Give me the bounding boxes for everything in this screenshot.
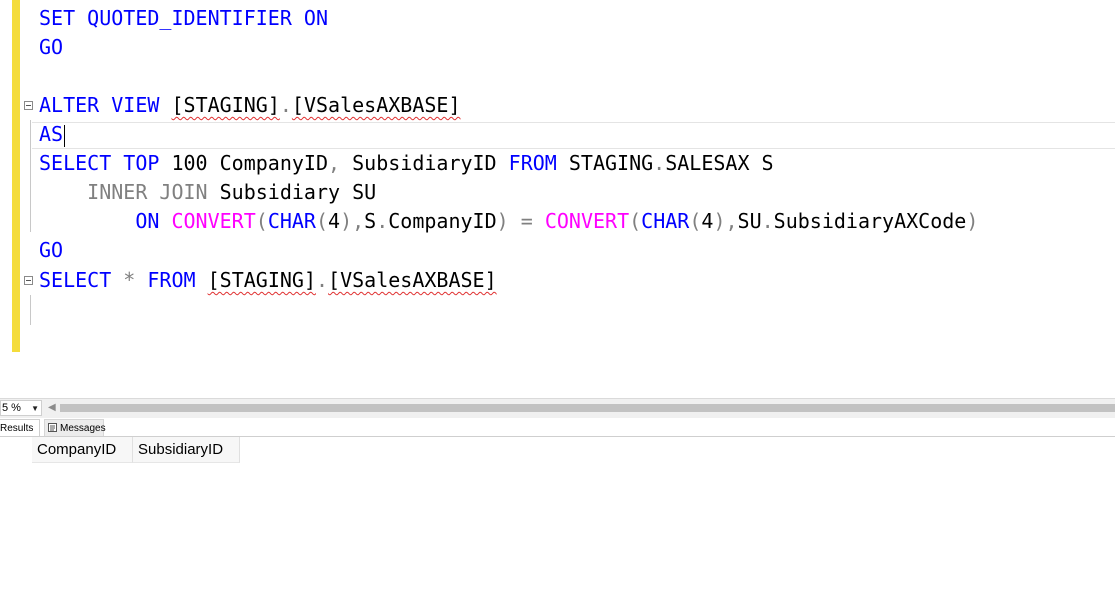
tab-results[interactable]: Results (0, 419, 40, 436)
results-tab-strip: Results Messages (0, 418, 1115, 437)
change-tracking-bar (12, 0, 20, 352)
code-line-10[interactable]: SELECT * FROM [STAGING].[VSalesAXBASE] (39, 266, 497, 295)
zoom-dropdown[interactable]: 5 % ▼ (0, 400, 42, 416)
column-header-companyid[interactable]: CompanyID (32, 437, 133, 463)
chevron-down-icon: ▼ (31, 404, 39, 413)
horizontal-scrollbar[interactable] (60, 404, 1115, 412)
collapse-region-icon[interactable] (24, 101, 33, 110)
tab-messages[interactable]: Messages (44, 419, 106, 436)
code-line-4[interactable]: ALTER VIEW [STAGING].[VSalesAXBASE] (39, 91, 460, 120)
code-line-1[interactable]: SET QUOTED_IDENTIFIER ON (39, 4, 328, 33)
code-line-2[interactable]: GO (39, 33, 63, 62)
collapse-region-icon[interactable] (24, 276, 33, 285)
code-line-5[interactable]: AS (39, 120, 66, 149)
results-grid[interactable]: CompanyID SubsidiaryID (0, 437, 1115, 610)
code-line-9[interactable]: GO (39, 236, 63, 265)
code-line-6[interactable]: SELECT TOP 100 CompanyID, SubsidiaryID F… (39, 149, 774, 178)
code-line-7[interactable]: INNER JOIN Subsidiary SU (39, 178, 376, 207)
text-caret (64, 124, 66, 147)
code-line-8[interactable]: ON CONVERT(CHAR(4),S.CompanyID) = CONVER… (39, 207, 978, 236)
outline-guide (30, 295, 31, 325)
scroll-left-icon[interactable]: ◀ (48, 402, 56, 413)
query-editor[interactable]: SET QUOTED_IDENTIFIER ON GO ALTER VIEW [… (0, 0, 1115, 398)
current-line-highlight (32, 122, 1115, 149)
outline-guide (30, 120, 31, 232)
column-header-subsidiaryid[interactable]: SubsidiaryID (133, 437, 240, 463)
messages-icon (48, 423, 57, 432)
editor-status-bar: 5 % ▼ ◀ (0, 398, 1115, 418)
